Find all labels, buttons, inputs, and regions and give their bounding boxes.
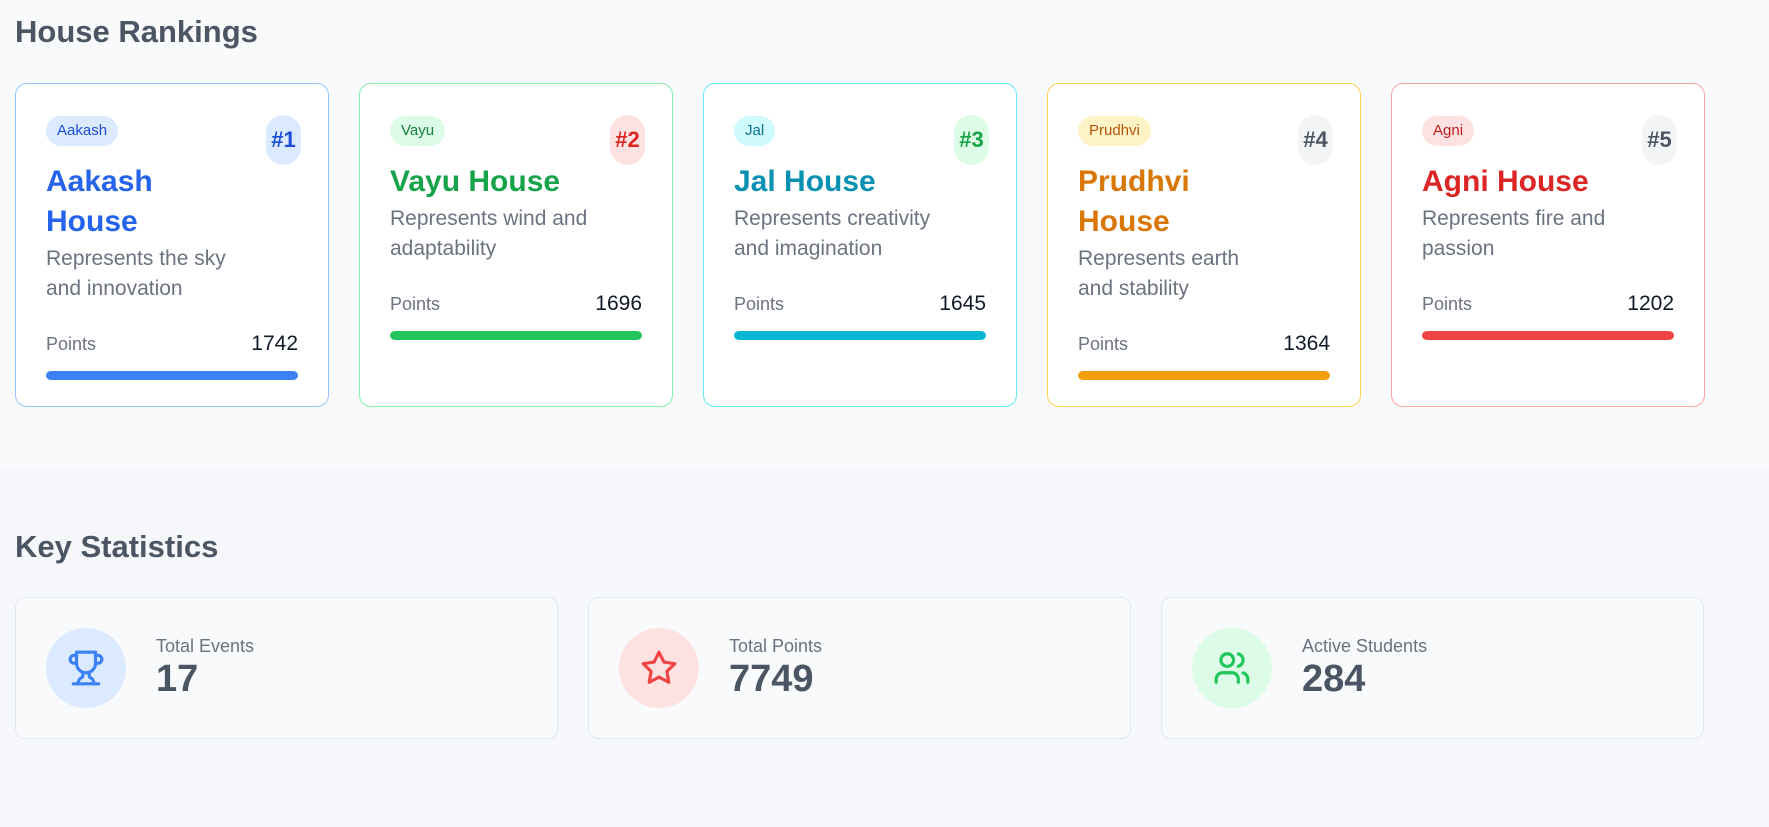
stat-value: 284	[1302, 658, 1366, 700]
points-label: Points	[46, 334, 97, 354]
stat-card-total-points: Total Points 7749	[588, 597, 1131, 739]
rank-badge: #5	[1642, 115, 1677, 165]
house-tag: Agni	[1422, 116, 1475, 146]
house-tag: Prudhvi	[1078, 116, 1151, 146]
stat-label: Total Events	[156, 636, 255, 656]
stat-value: 17	[156, 658, 199, 700]
rank-badge: #2	[610, 115, 645, 165]
points-label: Points	[734, 294, 785, 314]
points-progress-fill	[46, 371, 298, 380]
house-description: Represents earth and stability	[1078, 247, 1240, 300]
points-value: 1696	[595, 292, 642, 315]
points-progress-fill	[1078, 371, 1330, 380]
stat-card-total-events: Total Events 17	[15, 597, 558, 739]
house-rankings-title: House Rankings	[15, 14, 258, 49]
points-value: 1645	[939, 292, 986, 315]
house-name: Jal House	[734, 165, 876, 198]
house-card-jal: Jal #3 Jal House Represents creativity a…	[703, 83, 1017, 407]
points-progress-bar	[390, 331, 642, 340]
points-progress-fill	[734, 331, 986, 340]
house-name: Agni House	[1422, 165, 1589, 198]
points-progress-bar	[46, 371, 298, 380]
house-description: Represents creativity and imagination	[734, 207, 931, 260]
house-card-vayu: Vayu #2 Vayu House Represents wind and a…	[359, 83, 673, 407]
house-card-prudhvi: Prudhvi #4 Prudhvi House Represents eart…	[1047, 83, 1361, 407]
points-value: 1202	[1627, 292, 1674, 315]
rank-badge: #3	[954, 115, 989, 165]
points-label: Points	[1422, 294, 1473, 314]
points-progress-bar	[734, 331, 986, 340]
stat-label: Active Students	[1302, 636, 1428, 656]
points-value: 1364	[1283, 332, 1330, 355]
house-tag: Jal	[734, 116, 776, 146]
stat-label: Total Points	[729, 636, 823, 656]
key-statistics-title: Key Statistics	[15, 529, 219, 564]
rank-badge: #1	[266, 115, 301, 165]
points-progress-fill	[390, 331, 642, 340]
house-tag: Aakash	[46, 116, 119, 146]
points-label: Points	[1078, 334, 1129, 354]
stat-value: 7749	[729, 658, 814, 700]
house-name: Vayu House	[390, 165, 561, 198]
rank-badge: #4	[1298, 115, 1333, 165]
house-card-agni: Agni #5 Agni House Represents fire and p…	[1391, 83, 1705, 407]
house-name: Prudhvi House	[1078, 165, 1190, 238]
stat-card-active-students: Active Students 284	[1161, 597, 1704, 739]
trophy-icon	[46, 628, 126, 708]
points-progress-bar	[1422, 331, 1674, 340]
points-progress-bar	[1078, 371, 1330, 380]
house-description: Represents wind and adaptability	[390, 207, 588, 260]
house-description: Represents fire and passion	[1422, 207, 1606, 260]
house-card-aakash: Aakash #1 Aakash House Represents the sk…	[15, 83, 329, 407]
house-tag: Vayu	[390, 116, 446, 146]
points-label: Points	[390, 294, 441, 314]
points-progress-fill	[1422, 331, 1674, 340]
house-description: Represents the sky and innovation	[46, 247, 226, 300]
star-icon	[619, 628, 699, 708]
house-name: Aakash House	[46, 165, 153, 238]
users-icon	[1192, 628, 1272, 708]
points-value: 1742	[251, 332, 298, 355]
